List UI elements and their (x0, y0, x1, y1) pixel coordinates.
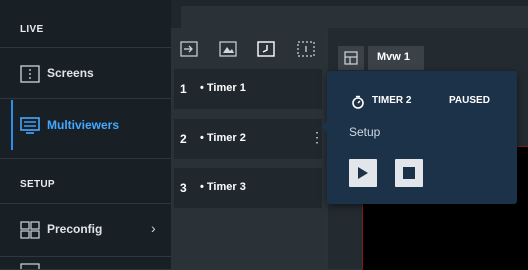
sidebar-item-screens[interactable]: Screens (0, 48, 171, 98)
tab-mvw-1[interactable]: Mvw 1 (368, 46, 424, 70)
sidebar-item-preconfig[interactable]: Preconfig › (0, 204, 171, 254)
popup-title: TIMER 2 (372, 95, 412, 106)
sidebar-item-multiviewers[interactable]: Multiviewers (0, 100, 171, 150)
timer-number: 3 (180, 181, 187, 195)
timer-row[interactable]: 1 • Timer 1 (174, 69, 322, 109)
sidebar: LIVE Screens Multiviewers SETUP Preconfi… (0, 0, 171, 269)
screens-icon (20, 65, 40, 83)
partial-icon (20, 263, 40, 269)
chevron-right-icon: › (151, 220, 156, 236)
section-label-live: LIVE (20, 24, 44, 35)
sidebar-item-label: Multiviewers (47, 118, 120, 132)
divider (0, 98, 171, 99)
multiviewer-icon (20, 117, 40, 134)
timer-icon[interactable] (257, 41, 275, 57)
play-button[interactable] (349, 159, 377, 187)
popup-caret (321, 121, 327, 133)
timer-row[interactable]: 3 • Timer 3 (174, 168, 322, 208)
status-badge: PAUSED (449, 95, 490, 106)
section-label-setup: SETUP (20, 179, 55, 190)
stop-icon (403, 167, 415, 179)
sidebar-item-label: Screens (47, 66, 94, 80)
active-indicator (11, 100, 13, 150)
divider (0, 256, 171, 257)
tab-label: Mvw 1 (377, 51, 411, 63)
top-bar (171, 0, 528, 28)
divider (0, 158, 171, 159)
timer-list-panel: 1 • Timer 1 2 • Timer 2 ⋮ 3 • Timer 3 (171, 28, 326, 269)
timer-row[interactable]: 2 • Timer 2 ⋮ (174, 119, 324, 159)
stop-button[interactable] (395, 159, 423, 187)
timer-name: • Timer 1 (200, 82, 246, 94)
timer-clock-icon (352, 95, 364, 109)
text-frame-icon[interactable] (297, 41, 315, 57)
layout-button[interactable] (338, 46, 364, 70)
preconfig-icon (20, 221, 40, 239)
import-icon[interactable] (180, 41, 198, 57)
timer-number: 1 (180, 82, 187, 96)
top-bar-strip (181, 6, 528, 28)
image-icon[interactable] (219, 41, 237, 57)
viewer-tabs: Mvw 1 (328, 44, 528, 72)
setup-link[interactable]: Setup (349, 125, 380, 139)
play-icon (358, 167, 368, 179)
timer-number: 2 (180, 132, 187, 146)
timer-name: • Timer 2 (200, 132, 246, 144)
timer-name: • Timer 3 (200, 181, 246, 193)
layout-icon (344, 51, 358, 65)
sidebar-item-label: Preconfig (47, 222, 103, 236)
timer-popup: TIMER 2 PAUSED Setup (321, 71, 517, 204)
timer-toolbar (171, 28, 326, 66)
